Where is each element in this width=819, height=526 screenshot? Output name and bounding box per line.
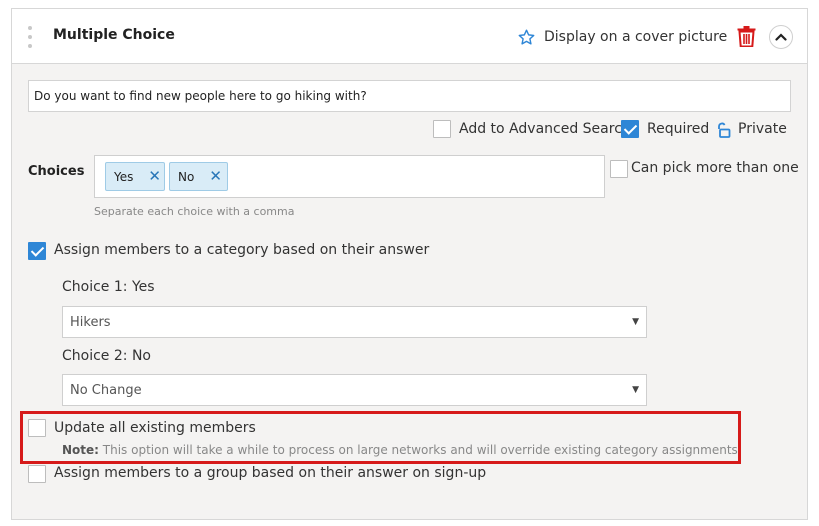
note-text: This option will take a while to process… [98,443,738,457]
remove-chip-icon[interactable]: ✕ [148,169,161,184]
advanced-search-label: Add to Advanced Search [459,121,631,137]
select-value: Hikers [70,314,111,330]
lock-open-icon[interactable] [715,122,731,138]
choices-label: Choices [28,164,85,179]
chevron-up-icon [775,33,787,41]
question-text-input[interactable] [28,80,791,112]
question-panel: Multiple Choice Display on a cover pictu… [11,8,808,520]
trash-icon[interactable] [737,26,756,47]
panel-header: Multiple Choice Display on a cover pictu… [12,9,807,64]
choices-hint: Separate each choice with a comma [94,205,295,218]
update-existing-checkbox[interactable] [28,419,46,437]
caret-down-icon: ▼ [632,317,639,327]
choices-input[interactable]: Yes ✕ No ✕ [94,155,605,198]
note-prefix: Note: [62,443,99,457]
choice-2-category-select[interactable]: No Change ▼ [62,374,647,406]
advanced-search-checkbox[interactable] [433,120,451,138]
remove-chip-icon[interactable]: ✕ [209,169,222,184]
drag-handle-icon[interactable] [28,26,32,48]
assign-category-checkbox[interactable] [28,242,46,260]
update-existing-label: Update all existing members [54,420,256,436]
multi-pick-checkbox[interactable] [610,160,628,178]
cover-picture-toggle[interactable]: Display on a cover picture [517,26,727,48]
cover-picture-label: Display on a cover picture [544,29,728,45]
choice-chip-label: Yes [114,169,134,184]
choice-chip-yes[interactable]: Yes ✕ [105,162,165,191]
choice-1-category-select[interactable]: Hikers ▼ [62,306,647,338]
choice-2-label: Choice 2: No [62,348,151,364]
required-label: Required [647,121,710,137]
star-icon [518,29,535,45]
private-label[interactable]: Private [738,121,787,137]
required-checkbox[interactable] [621,120,639,138]
choice-1-label: Choice 1: Yes [62,279,155,295]
choice-chip-no[interactable]: No ✕ [169,162,228,191]
question-type-title: Multiple Choice [53,27,175,43]
assign-group-checkbox[interactable] [28,465,46,483]
collapse-button[interactable] [769,25,793,49]
assign-category-label: Assign members to a category based on th… [54,242,430,258]
assign-group-label: Assign members to a group based on their… [54,465,487,481]
select-value: No Change [70,382,142,398]
update-existing-note: Note: This option will take a while to p… [62,443,738,457]
multi-pick-label: Can pick more than one [631,160,799,176]
choice-chip-label: No [178,169,195,184]
caret-down-icon: ▼ [632,385,639,395]
